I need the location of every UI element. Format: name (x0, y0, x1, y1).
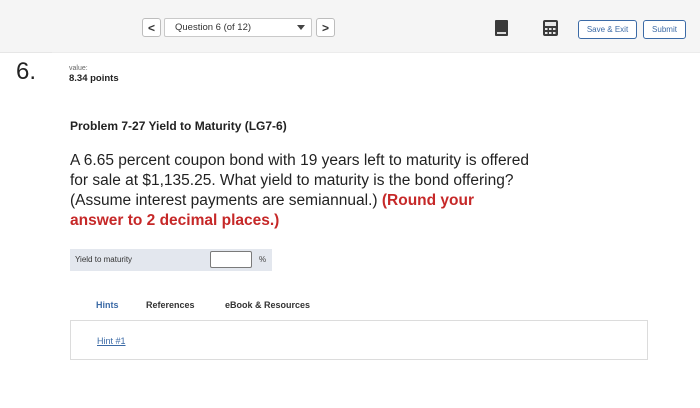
question-selector[interactable]: Question 6 (of 12) (164, 18, 312, 37)
hint-1-link[interactable]: Hint #1 (97, 336, 126, 346)
submit-button[interactable]: Submit (643, 20, 686, 39)
percent-unit: % (259, 255, 267, 264)
submit-label: Submit (652, 25, 677, 34)
problem-statement: A 6.65 percent coupon bond with 19 years… (70, 151, 530, 231)
yield-to-maturity-input[interactable] (210, 251, 252, 268)
next-question-button[interactable]: > (316, 18, 335, 37)
value-label: value: (69, 65, 88, 72)
tab-references[interactable]: References (146, 300, 195, 310)
problem-title: Problem 7-27 Yield to Maturity (LG7-6) (70, 119, 287, 133)
top-toolbar: < Question 6 (of 12) > Save & Exit Submi… (0, 0, 700, 53)
ebook-icon[interactable] (494, 19, 509, 37)
save-exit-button[interactable]: Save & Exit (578, 20, 637, 39)
save-exit-label: Save & Exit (586, 25, 629, 34)
answer-label: Yield to maturity (75, 255, 133, 264)
question-divider (52, 52, 700, 53)
tab-hints[interactable]: Hints (96, 300, 119, 310)
resource-tabs: Hints References eBook & Resources (70, 296, 648, 320)
question-points: 8.34 points (69, 73, 119, 84)
hints-panel: Hint #1 (70, 320, 648, 360)
answer-row: Yield to maturity % (70, 249, 272, 271)
chevron-right-icon: > (321, 20, 329, 35)
calculator-icon[interactable] (542, 19, 559, 37)
tab-ebook-resources[interactable]: eBook & Resources (225, 300, 310, 310)
question-number: 6. (16, 58, 37, 85)
question-selector-label: Question 6 (of 12) (175, 22, 252, 33)
chevron-left-icon: < (147, 20, 155, 35)
previous-question-button[interactable]: < (142, 18, 161, 37)
caret-down-icon (297, 25, 305, 30)
